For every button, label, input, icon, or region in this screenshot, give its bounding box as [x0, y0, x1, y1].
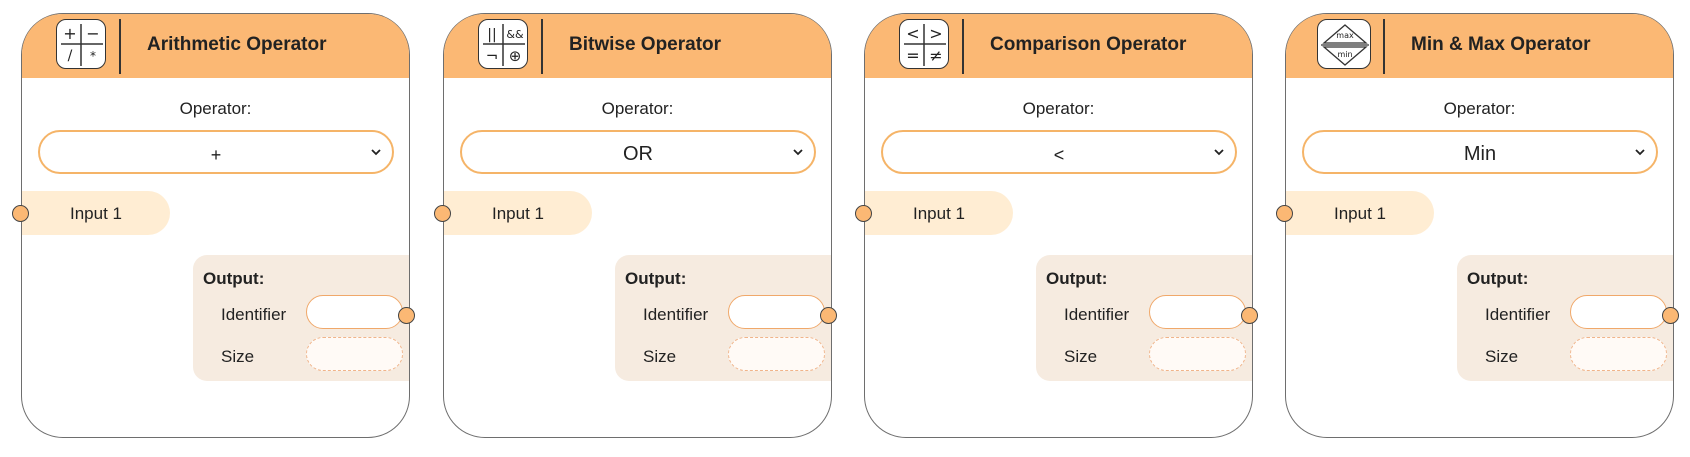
operator-select[interactable]: OR	[460, 130, 816, 174]
output-title: Output:	[1046, 269, 1108, 288]
output-panel: Output: Identifier Size	[193, 255, 409, 381]
input-port[interactable]	[12, 205, 29, 222]
output-port[interactable]	[820, 307, 837, 324]
node-min-max-operator[interactable]: max min Min & Max Operator Operator: Min…	[1276, 13, 1679, 438]
operator-label: Operator:	[1443, 99, 1516, 118]
input-port[interactable]	[855, 205, 872, 222]
node-comparison-operator[interactable]: < > = ≠ Comparison Operator Operator: < …	[855, 13, 1258, 438]
svg-text:*: *	[90, 49, 96, 63]
identifier-input[interactable]	[1149, 295, 1246, 329]
svg-text:>: >	[929, 24, 942, 43]
input-port[interactable]	[434, 205, 451, 222]
svg-text:/: /	[68, 48, 73, 64]
node-title: Arithmetic Operator	[147, 34, 327, 55]
input-label: Input 1	[913, 204, 965, 223]
chevron-down-icon	[793, 149, 803, 156]
input-pill[interactable]: Input 1	[865, 191, 1013, 235]
operator-value: OR	[623, 143, 653, 165]
input-pill[interactable]: Input 1	[1286, 191, 1434, 235]
output-title: Output:	[625, 269, 687, 288]
output-port[interactable]	[1241, 307, 1258, 324]
size-input[interactable]	[1149, 337, 1246, 371]
identifier-label: Identifier	[1064, 305, 1130, 324]
operator-value: Min	[1463, 143, 1497, 165]
header-divider	[962, 19, 964, 74]
svg-text:min: min	[1337, 50, 1352, 59]
svg-text:≠: ≠	[929, 46, 942, 65]
input-port[interactable]	[1276, 205, 1293, 222]
node-header[interactable]: || && ¬ ⊕ Bitwise Operator	[444, 14, 831, 78]
node-header[interactable]: < > = ≠ Comparison Operator	[865, 14, 1252, 78]
identifier-label: Identifier	[643, 305, 709, 324]
size-label: Size	[221, 347, 255, 366]
output-panel: Output: Identifier Size	[615, 255, 831, 381]
output-panel: Output: Identifier Size	[1036, 255, 1252, 381]
header-divider	[119, 19, 121, 74]
size-input[interactable]	[1570, 337, 1667, 371]
min-max-icon: max min	[1317, 19, 1371, 69]
operator-value: +	[210, 145, 222, 165]
chevron-down-icon	[1214, 149, 1224, 156]
input-label: Input 1	[1334, 204, 1386, 223]
operator-label: Operator:	[601, 99, 674, 118]
operator-value: <	[1053, 145, 1065, 165]
header-divider	[541, 19, 543, 74]
svg-text:||: ||	[487, 27, 496, 43]
chevron-down-icon	[1635, 149, 1645, 156]
identifier-label: Identifier	[1485, 305, 1551, 324]
comparison-icon: < > = ≠	[899, 19, 949, 69]
operator-label: Operator:	[1022, 99, 1095, 118]
svg-text:⊕: ⊕	[509, 47, 522, 65]
node-header[interactable]: max min Min & Max Operator	[1286, 14, 1673, 78]
size-label: Size	[1485, 347, 1519, 366]
size-input[interactable]	[306, 337, 403, 371]
identifier-input[interactable]	[728, 295, 825, 329]
svg-text:−: −	[86, 24, 99, 43]
output-title: Output:	[1467, 269, 1529, 288]
bitwise-icon: || && ¬ ⊕	[478, 19, 528, 69]
svg-text:<: <	[906, 24, 919, 43]
header-divider	[1383, 19, 1385, 74]
svg-text:=: =	[906, 46, 919, 65]
input-label: Input 1	[492, 204, 544, 223]
operator-select[interactable]: Min	[1302, 130, 1658, 174]
node-arithmetic-operator[interactable]: + − / * Arithmetic Operator Operator: + …	[12, 13, 415, 438]
chevron-down-icon	[371, 149, 381, 156]
output-port[interactable]	[1662, 307, 1679, 324]
output-port[interactable]	[398, 307, 415, 324]
operator-select[interactable]: <	[881, 130, 1237, 174]
arithmetic-icon: + − / *	[56, 19, 106, 69]
node-title: Comparison Operator	[990, 34, 1187, 55]
svg-text:+: +	[63, 24, 76, 43]
identifier-label: Identifier	[221, 305, 287, 324]
identifier-input[interactable]	[1570, 295, 1667, 329]
output-title: Output:	[203, 269, 265, 288]
svg-text:¬: ¬	[486, 47, 499, 65]
input-pill[interactable]: Input 1	[22, 191, 170, 235]
operator-select[interactable]: +	[38, 130, 394, 174]
identifier-input[interactable]	[306, 295, 403, 329]
node-title: Min & Max Operator	[1411, 34, 1591, 55]
size-label: Size	[1064, 347, 1098, 366]
svg-text:max: max	[1336, 31, 1354, 40]
node-header[interactable]: + − / * Arithmetic Operator	[22, 14, 409, 78]
node-title: Bitwise Operator	[569, 34, 722, 55]
size-label: Size	[643, 347, 677, 366]
operator-label: Operator:	[179, 99, 252, 118]
output-panel: Output: Identifier Size	[1457, 255, 1673, 381]
input-label: Input 1	[70, 204, 122, 223]
svg-text:&&: &&	[506, 28, 524, 41]
input-pill[interactable]: Input 1	[444, 191, 592, 235]
node-bitwise-operator[interactable]: || && ¬ ⊕ Bitwise Operator Operator: OR …	[434, 13, 837, 438]
size-input[interactable]	[728, 337, 825, 371]
